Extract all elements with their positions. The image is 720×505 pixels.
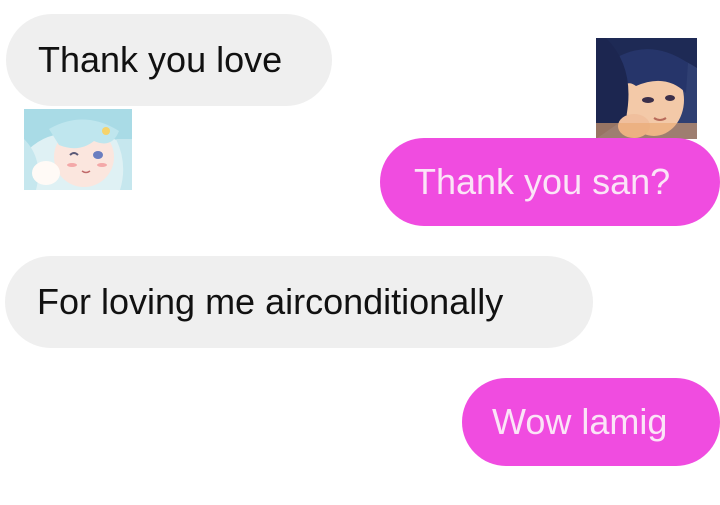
message-text: For loving me airconditionally: [37, 281, 504, 322]
incoming-message-bubble[interactable]: Thank you love: [6, 14, 332, 106]
message-text: Thank you san?: [414, 161, 671, 202]
message-text: Wow lamig: [492, 401, 668, 442]
anime-girl-avatar-icon: [24, 109, 132, 190]
contact-avatar-right[interactable]: [596, 38, 697, 139]
chat-thread: Thank you love Thank you san? For loving…: [0, 0, 720, 505]
outgoing-message-bubble[interactable]: Thank you san?: [380, 138, 720, 226]
message-text: Thank you love: [38, 39, 283, 80]
outgoing-message-bubble[interactable]: Wow lamig: [462, 378, 720, 466]
incoming-message-bubble[interactable]: For loving me airconditionally: [5, 256, 593, 348]
anime-boy-avatar-icon: [596, 38, 697, 139]
contact-avatar-left[interactable]: [24, 109, 132, 190]
